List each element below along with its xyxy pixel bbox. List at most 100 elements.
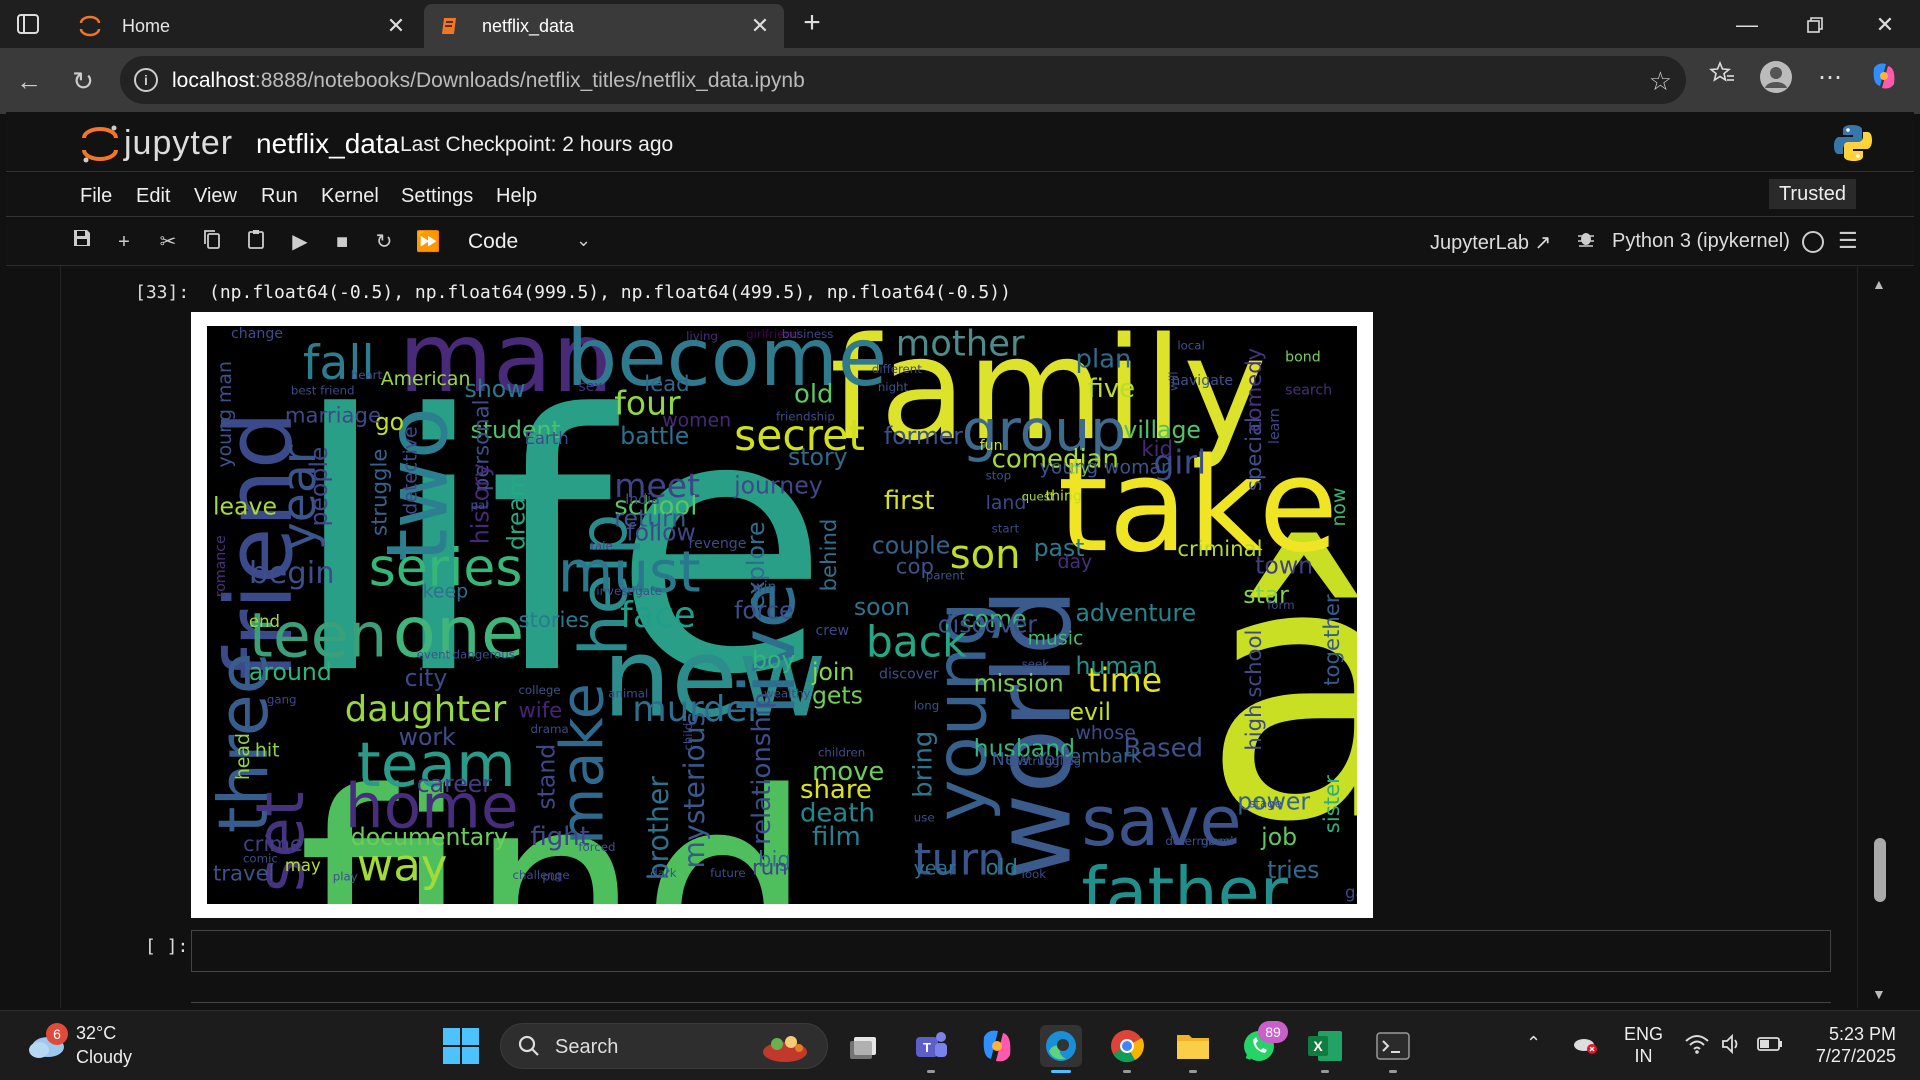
- vertical-scrollbar[interactable]: ▲ ▼: [1858, 266, 1906, 1008]
- copy-icon[interactable]: [198, 228, 226, 256]
- menu-view[interactable]: View: [194, 185, 237, 208]
- wordcloud-word: investigate: [596, 584, 662, 598]
- scroll-down-icon[interactable]: ▼: [1872, 986, 1886, 1002]
- wordcloud-word: hit: [255, 740, 280, 762]
- file-explorer-icon[interactable]: [1172, 1025, 1214, 1073]
- restart-run-all-icon[interactable]: ⏩: [414, 228, 442, 256]
- kernel-name[interactable]: Python 3 (ipykernel): [1612, 230, 1790, 253]
- external-link-icon: ↗: [1534, 232, 1552, 254]
- close-icon[interactable]: ✕: [748, 14, 772, 38]
- battery-icon[interactable]: [1756, 1033, 1784, 1060]
- back-icon[interactable]: ←: [12, 64, 46, 98]
- next-cell-edge: [191, 1002, 1831, 1008]
- favorites-icon[interactable]: [1704, 60, 1740, 96]
- jupyterlab-link[interactable]: JupyterLab ↗: [1430, 230, 1551, 255]
- close-icon[interactable]: ✕: [384, 14, 408, 38]
- wordcloud-word: around: [249, 658, 332, 686]
- cell-type-select[interactable]: Code: [468, 230, 518, 254]
- jupyter-tab-icon: [78, 14, 102, 38]
- wordcloud-word: show: [465, 375, 526, 403]
- empty-code-cell-input[interactable]: [191, 930, 1831, 972]
- menu-file[interactable]: File: [80, 185, 112, 208]
- minimize-icon[interactable]: —: [1732, 10, 1762, 40]
- restart-kernel-icon[interactable]: ↻: [370, 228, 398, 256]
- volume-icon[interactable]: [1720, 1033, 1744, 1060]
- clock-date: 7/27/2025: [1815, 1046, 1896, 1066]
- chrome-icon[interactable]: [1106, 1025, 1148, 1073]
- profile-avatar-icon[interactable]: [1758, 60, 1794, 96]
- windows-start-icon[interactable]: [442, 1027, 480, 1065]
- address-bar[interactable]: i localhost:8888/notebooks/Downloads/net…: [120, 56, 1686, 104]
- terminal-icon[interactable]: [1372, 1025, 1414, 1073]
- site-info-icon[interactable]: i: [134, 68, 158, 92]
- wordcloud-word: try: [1070, 461, 1090, 477]
- windows-taskbar: 6 32°C Cloudy Search T 89 X ⌃ ENG IN 5:2…: [0, 1010, 1920, 1080]
- wordcloud-word: put: [542, 869, 562, 883]
- menu-hamburger-icon[interactable]: ☰: [1838, 228, 1864, 254]
- menu-kernel[interactable]: Kernel: [321, 185, 379, 208]
- interrupt-kernel-icon[interactable]: ■: [328, 228, 356, 256]
- debugger-bug-icon[interactable]: [1572, 228, 1600, 256]
- taskbar-search-box[interactable]: Search: [500, 1023, 828, 1069]
- weather-condition[interactable]: Cloudy: [76, 1047, 132, 1068]
- menu-help[interactable]: Help: [496, 185, 537, 208]
- weather-temperature[interactable]: 32°C: [76, 1023, 116, 1044]
- edge-browser-icon[interactable]: [1040, 1025, 1082, 1073]
- wordcloud-word: land: [986, 492, 1027, 514]
- jupyter-logo[interactable]: jupyter: [78, 120, 238, 166]
- scroll-up-icon[interactable]: ▲: [1872, 276, 1886, 292]
- system-clock[interactable]: 5:23 PM 7/27/2025: [1802, 1023, 1896, 1067]
- wordcloud-word: five: [1087, 374, 1135, 404]
- wifi-icon[interactable]: [1684, 1033, 1710, 1060]
- wordcloud-word: tale: [590, 539, 612, 553]
- run-cell-icon[interactable]: ▶: [286, 228, 314, 256]
- favorite-star-icon[interactable]: ☆: [1649, 66, 1672, 97]
- task-view-icon[interactable]: [844, 1025, 886, 1067]
- notebook-tab-icon: [438, 14, 462, 38]
- chevron-up-icon[interactable]: ⌃: [1526, 1033, 1541, 1054]
- wordcloud-word: mother: [896, 326, 1025, 364]
- wordcloud-word: behind: [817, 519, 842, 592]
- wordcloud-word: wealthy: [764, 687, 810, 701]
- menu-edit[interactable]: Edit: [136, 185, 170, 208]
- menu-run[interactable]: Run: [261, 185, 298, 208]
- copilot-app-icon[interactable]: [976, 1025, 1018, 1067]
- scrollbar-thumb[interactable]: [1874, 838, 1886, 902]
- wordcloud-word: job: [1260, 823, 1297, 851]
- close-window-icon[interactable]: ✕: [1870, 10, 1900, 40]
- paste-icon[interactable]: [242, 228, 270, 256]
- notebook-title[interactable]: netflix_data: [256, 128, 399, 160]
- chevron-down-icon[interactable]: ⌄: [576, 230, 591, 251]
- reload-icon[interactable]: ↻: [66, 64, 100, 98]
- wordcloud-word: plan: [1075, 344, 1131, 374]
- add-cell-icon[interactable]: +: [110, 228, 138, 256]
- wordcloud-word: human: [1075, 652, 1157, 680]
- wordcloud-word: gets: [812, 681, 863, 709]
- wordcloud-word: thing: [1046, 489, 1082, 505]
- wordcloud-word: may: [285, 856, 321, 875]
- trusted-indicator[interactable]: Trusted: [1768, 179, 1856, 209]
- app-running-indicator: [927, 1070, 935, 1073]
- sidebar-toggle-icon[interactable]: [14, 10, 42, 38]
- menu-settings[interactable]: Settings: [401, 185, 473, 208]
- tab-home[interactable]: Home ✕: [64, 4, 420, 48]
- excel-icon[interactable]: X: [1304, 1025, 1346, 1073]
- wordcloud-word: former: [884, 422, 963, 450]
- url-text[interactable]: localhost:8888/notebooks/Downloads/netfl…: [172, 69, 805, 93]
- restore-icon[interactable]: [1800, 10, 1830, 40]
- new-tab-icon[interactable]: +: [796, 8, 828, 40]
- wordcloud-word: soon: [854, 593, 910, 621]
- language-indicator[interactable]: ENG IN: [1624, 1023, 1663, 1067]
- wordcloud-word: work: [399, 723, 456, 751]
- svg-text:X: X: [1313, 1038, 1323, 1054]
- notebook-cells-area: [33]: (np.float64(-0.5), np.float64(999.…: [60, 266, 1858, 1008]
- tab-netflix-data[interactable]: netflix_data ✕: [424, 4, 784, 48]
- teams-icon[interactable]: T: [910, 1025, 952, 1073]
- more-options-icon[interactable]: ⋯: [1812, 60, 1848, 96]
- cut-icon[interactable]: ✂: [154, 228, 182, 256]
- wordcloud-word: film: [812, 822, 861, 852]
- wordcloud-word: struggling: [1022, 754, 1082, 768]
- save-icon[interactable]: [68, 228, 96, 256]
- copilot-icon[interactable]: [1866, 60, 1902, 96]
- onedrive-error-icon[interactable]: [1572, 1033, 1598, 1060]
